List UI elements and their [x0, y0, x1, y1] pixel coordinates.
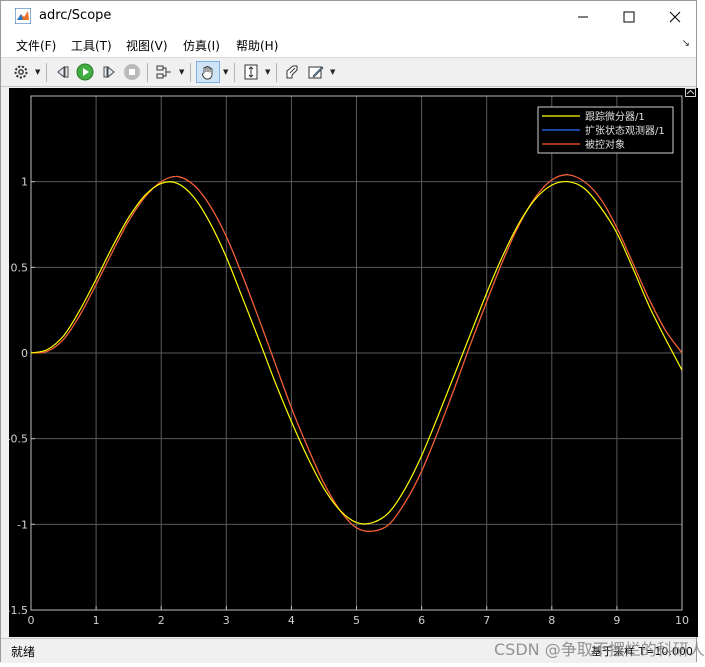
- window-title: adrc/Scope: [39, 8, 112, 23]
- menu-help[interactable]: 帮助(H): [236, 37, 278, 54]
- style-button[interactable]: [306, 61, 326, 83]
- csdn-watermark: CSDN @争取不摆烂的科研人: [494, 640, 705, 659]
- autoscale-icon: [244, 64, 258, 80]
- x-tick-label: 2: [158, 614, 165, 627]
- zoom-dropdown-icon[interactable]: ▼: [223, 68, 228, 76]
- zoom-pan-button[interactable]: [196, 61, 220, 83]
- step-forward-button[interactable]: [99, 61, 119, 83]
- step-back-icon: [57, 65, 69, 79]
- toolbar-separator: [276, 63, 277, 82]
- y-tick-label: 0.5: [11, 261, 29, 274]
- y-tick-label: -0.5: [9, 433, 28, 446]
- y-tick-label: 1: [21, 176, 28, 189]
- x-tick-label: 3: [223, 614, 230, 627]
- scope-plot[interactable]: 0 1 2 3 4 5 6 7 8 9 10 1 0.5 0 -0.5 -1 -1.5 跟踪微分器/1扩张状态观…: [9, 88, 698, 637]
- undock-arrow-icon[interactable]: ↘: [682, 38, 690, 49]
- step-forward-icon: [103, 65, 115, 79]
- toolbar-separator: [190, 63, 191, 82]
- toolbar-separator: [147, 63, 148, 82]
- y-tick-label: 0: [21, 347, 28, 360]
- close-button[interactable]: [652, 1, 698, 32]
- close-icon: [669, 11, 681, 22]
- style-icon: [308, 66, 324, 79]
- y-tick-label: -1.5: [9, 604, 28, 617]
- settings-button[interactable]: [11, 61, 31, 83]
- menu-simulation[interactable]: 仿真(I): [183, 37, 220, 54]
- x-tick-label: 8: [548, 614, 555, 627]
- toolbar-separator: [46, 63, 47, 82]
- minimize-button[interactable]: [560, 1, 606, 32]
- signal-selector-button[interactable]: [154, 61, 174, 83]
- signal-selector-dropdown-icon[interactable]: ▼: [179, 68, 184, 76]
- x-tick-label: 5: [353, 614, 360, 627]
- scope-display: 0 1 2 3 4 5 6 7 8 9 10 1 0.5 0 -0.5 -1 -1.5 跟踪微分器/1扩张状态观…: [9, 88, 698, 637]
- autoscale-dropdown-icon[interactable]: ▼: [265, 68, 270, 76]
- highlight-block-button[interactable]: [282, 61, 302, 83]
- stop-button[interactable]: [122, 61, 142, 83]
- y-tick-label: -1: [17, 518, 28, 531]
- matlab-icon: [15, 8, 31, 24]
- x-tick-label: 0: [28, 614, 35, 627]
- settings-dropdown-icon[interactable]: ▼: [35, 68, 40, 76]
- x-tick-label: 1: [93, 614, 100, 627]
- step-back-button[interactable]: [53, 61, 73, 83]
- legend-label: 扩张状态观测器/1: [585, 124, 665, 137]
- x-tick-label: 7: [483, 614, 490, 627]
- stop-icon: [124, 64, 140, 80]
- expand-icon: [686, 89, 695, 95]
- menu-tools[interactable]: 工具(T): [71, 37, 112, 54]
- signal-selector-icon: [156, 65, 171, 79]
- legend-label: 被控对象: [585, 138, 625, 151]
- minimize-icon: [578, 16, 588, 17]
- highlight-icon: [286, 65, 298, 79]
- x-tick-label: 4: [288, 614, 295, 627]
- x-tick-label: 10: [675, 614, 689, 627]
- legend-label: 跟踪微分器/1: [585, 110, 645, 123]
- x-tick-label: 9: [613, 614, 620, 627]
- status-text: 就绪: [11, 645, 36, 659]
- run-icon: [76, 63, 94, 81]
- menu-bar: 文件(F) 工具(T) 视图(V) 仿真(I) 帮助(H) ↘: [1, 32, 696, 57]
- scope-expand-button[interactable]: [685, 88, 696, 97]
- toolbar: ▼ ▼ ▼ ▼ ▼: [1, 57, 696, 87]
- maximize-button[interactable]: [606, 1, 652, 32]
- scope-window: adrc/Scope 文件(F) 工具(T) 视图(V) 仿真(I) 帮助(H)…: [0, 0, 698, 663]
- tick-labels: 0 1 2 3 4 5 6 7 8 9 10 1 0.5 0 -0.5 -1 -1.5: [9, 176, 689, 627]
- gear-icon: [14, 65, 28, 79]
- menu-view[interactable]: 视图(V): [126, 37, 168, 54]
- menu-file[interactable]: 文件(F): [16, 37, 56, 54]
- legend: 跟踪微分器/1扩张状态观测器/1被控对象: [537, 106, 674, 154]
- zoom-pan-icon: [201, 66, 213, 80]
- grid-lines: [31, 96, 682, 610]
- toolbar-separator: [234, 63, 235, 82]
- x-tick-label: 6: [418, 614, 425, 627]
- autoscale-button[interactable]: [241, 61, 261, 83]
- title-bar: adrc/Scope: [1, 1, 696, 32]
- run-button[interactable]: [75, 61, 95, 83]
- style-dropdown-icon[interactable]: ▼: [330, 68, 335, 76]
- maximize-icon: [623, 11, 635, 22]
